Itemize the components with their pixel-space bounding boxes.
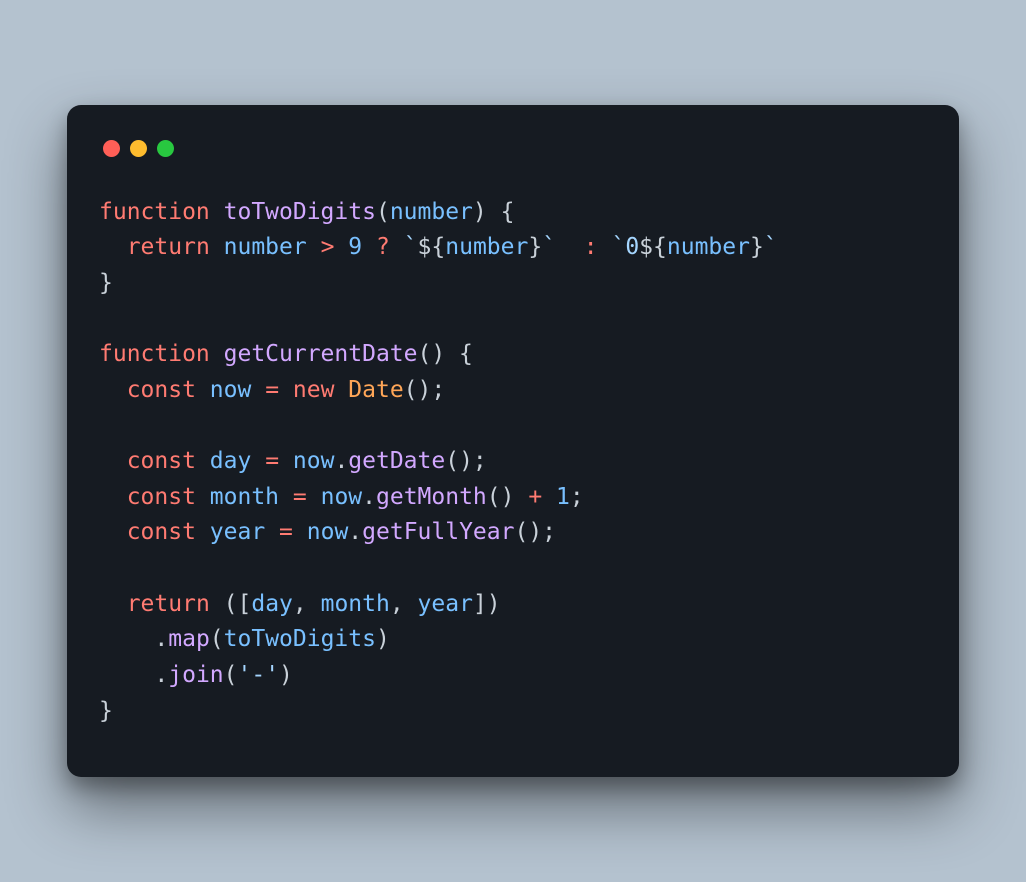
code-token: new bbox=[293, 377, 348, 403]
code-token: = bbox=[279, 519, 307, 545]
code-token: (); bbox=[514, 519, 556, 545]
code-token: } bbox=[99, 698, 113, 724]
code-token: } bbox=[99, 270, 113, 296]
code-token: + bbox=[528, 484, 556, 510]
code-token: ) bbox=[376, 626, 390, 652]
code-block[interactable]: function toTwoDigits(number) { return nu… bbox=[99, 195, 927, 730]
code-token: getDate bbox=[348, 448, 445, 474]
minimize-icon[interactable] bbox=[130, 140, 147, 157]
code-token: ` bbox=[764, 234, 778, 260]
code-token: number bbox=[445, 234, 528, 260]
code-token bbox=[99, 234, 127, 260]
code-token: . bbox=[348, 519, 362, 545]
code-token: day bbox=[251, 591, 293, 617]
code-token: const bbox=[127, 519, 210, 545]
code-token: `0 bbox=[611, 234, 639, 260]
code-token: getMonth bbox=[376, 484, 487, 510]
code-token: ` bbox=[404, 234, 418, 260]
code-token: ? bbox=[376, 234, 404, 260]
code-window: function toTwoDigits(number) { return nu… bbox=[67, 105, 959, 778]
code-token: const bbox=[127, 484, 210, 510]
code-token: > bbox=[321, 234, 349, 260]
code-token: ` bbox=[542, 234, 556, 260]
code-token bbox=[556, 234, 584, 260]
code-token: ([ bbox=[224, 591, 252, 617]
code-token: getCurrentDate bbox=[224, 341, 418, 367]
code-token: now bbox=[321, 484, 363, 510]
code-token bbox=[99, 484, 127, 510]
code-token: year bbox=[210, 519, 279, 545]
code-token: function bbox=[99, 199, 224, 225]
code-token: join bbox=[168, 662, 223, 688]
code-token: Date bbox=[348, 377, 403, 403]
code-token: . bbox=[99, 662, 168, 688]
code-token bbox=[99, 519, 127, 545]
code-token: . bbox=[99, 626, 168, 652]
code-token: () { bbox=[418, 341, 473, 367]
code-token: : bbox=[584, 234, 612, 260]
code-token bbox=[99, 377, 127, 403]
code-token: } bbox=[528, 234, 542, 260]
code-token: = bbox=[265, 377, 293, 403]
code-token: number bbox=[390, 199, 473, 225]
code-token: day bbox=[210, 448, 265, 474]
code-token: number bbox=[667, 234, 750, 260]
code-token: toTwoDigits bbox=[224, 199, 376, 225]
code-token: , bbox=[293, 591, 321, 617]
code-token: return bbox=[127, 591, 224, 617]
code-token: number bbox=[224, 234, 321, 260]
code-token: = bbox=[293, 484, 321, 510]
code-token: (); bbox=[445, 448, 487, 474]
code-token: ( bbox=[210, 626, 224, 652]
zoom-icon[interactable] bbox=[157, 140, 174, 157]
code-token: } bbox=[750, 234, 764, 260]
code-token: toTwoDigits bbox=[224, 626, 376, 652]
code-token: , bbox=[390, 591, 418, 617]
code-token: ) { bbox=[473, 199, 515, 225]
code-token: ${ bbox=[418, 234, 446, 260]
code-token: 9 bbox=[348, 234, 376, 260]
code-token: getFullYear bbox=[362, 519, 514, 545]
code-token: (); bbox=[404, 377, 446, 403]
code-token bbox=[99, 448, 127, 474]
code-token: month bbox=[210, 484, 293, 510]
code-token: function bbox=[99, 341, 224, 367]
code-token: ) bbox=[279, 662, 293, 688]
code-token: month bbox=[321, 591, 390, 617]
code-token: const bbox=[127, 377, 210, 403]
code-token bbox=[99, 591, 127, 617]
code-token: now bbox=[293, 448, 335, 474]
code-token: '-' bbox=[238, 662, 280, 688]
code-token: ]) bbox=[473, 591, 501, 617]
code-token: now bbox=[307, 519, 349, 545]
close-icon[interactable] bbox=[103, 140, 120, 157]
code-token: ( bbox=[376, 199, 390, 225]
code-token: = bbox=[265, 448, 293, 474]
code-token: map bbox=[168, 626, 210, 652]
code-token: return bbox=[127, 234, 224, 260]
code-token: ; bbox=[570, 484, 584, 510]
code-token: () bbox=[487, 484, 529, 510]
window-titlebar bbox=[103, 139, 927, 159]
code-token: year bbox=[418, 591, 473, 617]
code-token: ${ bbox=[639, 234, 667, 260]
code-token: const bbox=[127, 448, 210, 474]
code-token: now bbox=[210, 377, 265, 403]
code-token: ( bbox=[224, 662, 238, 688]
code-token: . bbox=[334, 448, 348, 474]
code-token: . bbox=[362, 484, 376, 510]
code-token: 1 bbox=[556, 484, 570, 510]
